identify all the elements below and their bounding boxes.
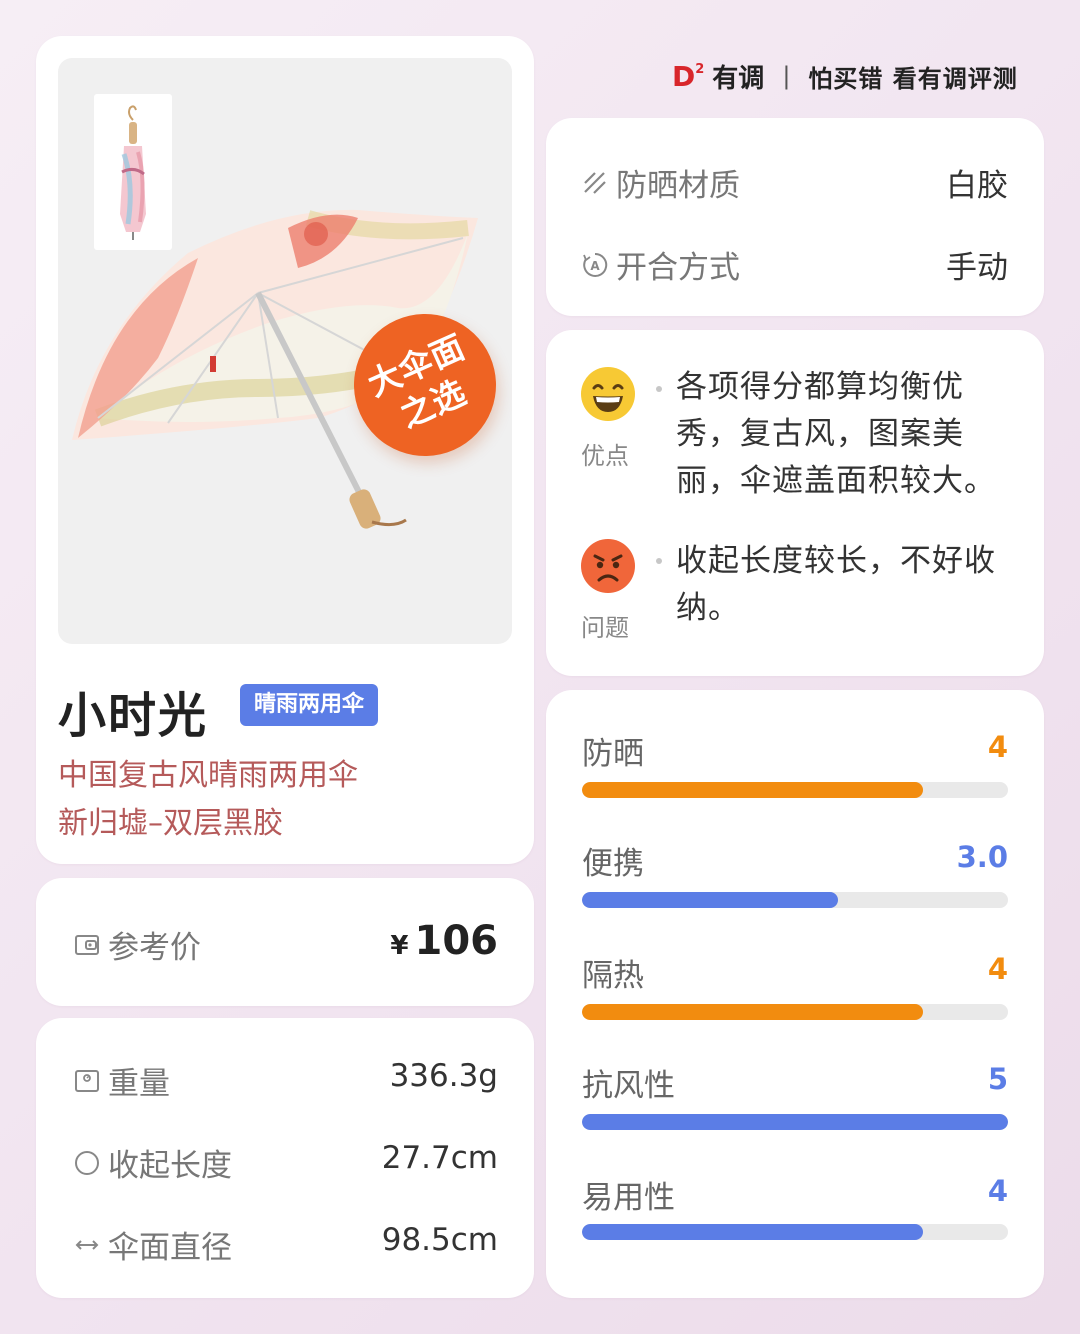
- pros-caption: 优点: [581, 442, 629, 470]
- cons-bullet: [656, 558, 662, 564]
- scale-icon: [75, 1069, 99, 1092]
- grinning-face-icon: [581, 367, 635, 421]
- cons-text: 收起长度较长，不好收纳。: [676, 543, 996, 626]
- pros-bullet: [656, 386, 662, 392]
- price-label-row: 参考价: [74, 922, 201, 967]
- material-label-uv: 防晒材质: [616, 168, 740, 204]
- angry-face-icon: [581, 539, 635, 593]
- brand-separator: |: [782, 62, 791, 90]
- wallet-icon: [75, 934, 99, 955]
- score-bar-fill-portability: [582, 892, 838, 908]
- score-label-wind-resistance: 抗风性: [582, 1068, 675, 1104]
- product-subtitle-line-2: 新归墟–双层黑胶: [58, 806, 283, 841]
- spec-row-folded-length: 收起长度: [74, 1140, 232, 1185]
- spec-label-diameter: 伞面直径: [108, 1230, 232, 1266]
- specs-card: 重量 336.3g 收起长度 27.7cm 伞面直径 98.5cm: [36, 1018, 534, 1298]
- price-label: 参考价: [108, 930, 201, 966]
- scores-card: 防晒 4 便携 3.0 隔热 4 抗风性 5 易用性 4: [546, 690, 1044, 1298]
- auto-a-icon: A: [583, 252, 608, 277]
- product-title: 小时光: [58, 688, 209, 744]
- score-value-ease-of-use: 4: [987, 1174, 1008, 1208]
- product-category-tag: 晴雨两用伞: [240, 684, 379, 726]
- score-value-uv: 4: [987, 730, 1008, 764]
- material-row-uv: 防晒材质: [582, 160, 740, 205]
- cons-caption: 问题: [581, 614, 629, 642]
- score-value-heat-insulation: 4: [987, 952, 1008, 986]
- price-number: 106: [414, 918, 499, 964]
- price-card: 参考价 ¥ 106: [36, 878, 534, 1006]
- svg-text:A: A: [590, 259, 600, 273]
- brand-header: D 2 有调 | 怕买错 看有调评测: [672, 56, 1018, 96]
- score-value-portability: 3.0: [956, 840, 1008, 874]
- score-bar-fill-uv: [582, 782, 923, 798]
- score-label-heat-insulation: 隔热: [582, 958, 644, 994]
- product-subtitle-line-1: 中国复古风晴雨两用伞: [58, 758, 358, 793]
- spec-value-folded-length: 27.7cm: [381, 1140, 498, 1176]
- material-value-uv: 白胶: [946, 168, 1008, 204]
- spec-label-weight: 重量: [108, 1066, 170, 1102]
- score-bar-fill-ease-of-use: [582, 1224, 923, 1240]
- brand-slogan: 怕买错 看有调评测: [808, 64, 1018, 93]
- score-bar-wind-resistance: [582, 1114, 1008, 1130]
- pros-block: 优点: [580, 366, 636, 471]
- score-bar-heat-insulation: [582, 1004, 1008, 1020]
- cons-block: 问题: [580, 538, 636, 643]
- score-label-portability: 便携: [582, 846, 644, 882]
- product-photo: 大伞面 之选: [58, 58, 512, 644]
- score-bar-fill-wind-resistance: [582, 1114, 1008, 1130]
- material-row-open-mode: A 开合方式: [582, 242, 740, 287]
- score-bar-fill-heat-insulation: [582, 1004, 923, 1020]
- product-card: 大伞面 之选 小时光 晴雨两用伞 中国复古风晴雨两用伞 新归墟–双层黑胶: [36, 36, 534, 864]
- score-label-ease-of-use: 易用性: [582, 1180, 675, 1216]
- spec-value-diameter: 98.5cm: [381, 1222, 498, 1258]
- score-label-uv: 防晒: [582, 736, 644, 772]
- score-bar-ease-of-use: [582, 1224, 1008, 1240]
- spec-row-diameter: 伞面直径: [74, 1222, 232, 1267]
- score-bar-uv: [582, 782, 1008, 798]
- spec-label-folded-length: 收起长度: [108, 1148, 232, 1184]
- price-currency: ¥: [390, 931, 409, 961]
- spec-row-weight: 重量: [74, 1058, 170, 1103]
- material-value-open-mode: 手动: [946, 250, 1008, 286]
- pros-cons-card: 优点 各项得分都算均衡优秀，复古风，图案美丽，伞遮盖面积较大。 问题 收起长度较…: [546, 330, 1044, 676]
- double-arrow-icon: [75, 1239, 99, 1250]
- pros-text: 各项得分都算均衡优秀，复古风，图案美丽，伞遮盖面积较大。: [676, 369, 996, 499]
- price-value: ¥ 106: [390, 918, 498, 964]
- stripes-icon: [584, 171, 606, 194]
- brand-name: 有调: [712, 63, 765, 94]
- material-card: 防晒材质 白胶 A 开合方式 手动: [546, 118, 1044, 316]
- circle-icon: [75, 1150, 99, 1175]
- score-bar-portability: [582, 892, 1008, 908]
- brand-logo-superscript: 2: [695, 61, 705, 77]
- spec-value-weight: 336.3g: [389, 1058, 498, 1094]
- material-label-open-mode: 开合方式: [616, 250, 740, 286]
- score-value-wind-resistance: 5: [987, 1062, 1008, 1096]
- brand-logo: D: [672, 59, 696, 93]
